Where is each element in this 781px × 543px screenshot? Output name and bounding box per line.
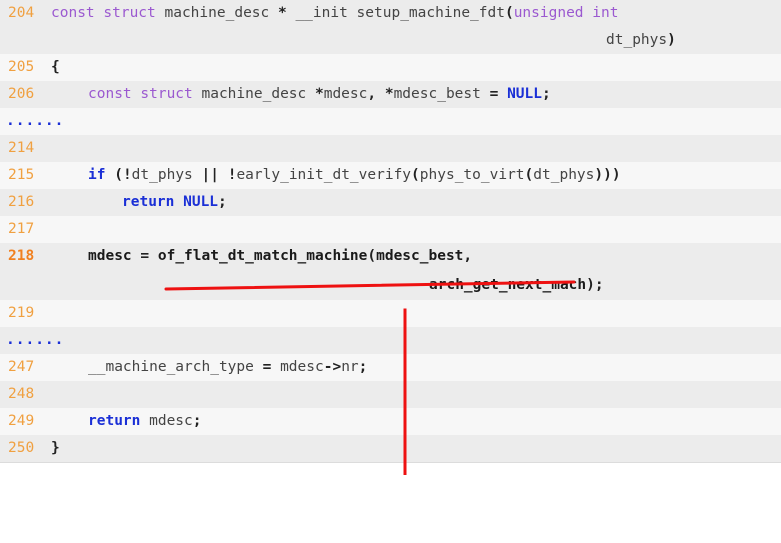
code-ellipsis: ...... bbox=[0, 327, 781, 354]
operator: * bbox=[384, 86, 394, 102]
code-line-216: 216 return NULL; bbox=[0, 189, 781, 216]
paren: ( bbox=[504, 5, 514, 21]
keyword: const struct bbox=[51, 5, 156, 21]
ellipsis: ...... bbox=[6, 113, 65, 129]
identifier: dt_phys bbox=[533, 167, 595, 183]
code-line-250: 250 } bbox=[0, 435, 781, 462]
paren: ) bbox=[667, 32, 676, 48]
keyword: const struct bbox=[88, 86, 193, 102]
operator: , bbox=[367, 86, 385, 102]
code-ellipsis: ...... bbox=[0, 108, 781, 135]
identifier: arch_get_next_mach bbox=[429, 277, 587, 293]
identifier: mdesc bbox=[140, 413, 193, 429]
operator: * bbox=[314, 86, 324, 102]
identifier: dt_phys bbox=[131, 167, 202, 183]
line-number: 217 bbox=[8, 221, 35, 237]
code-line-215: 215 if (!dt_phys || !early_init_dt_verif… bbox=[0, 162, 781, 189]
line-number: 248 bbox=[8, 386, 35, 402]
code-line-249: 249 return mdesc; bbox=[0, 408, 781, 435]
operator: -> bbox=[323, 359, 342, 375]
paren: ( bbox=[105, 167, 123, 183]
identifier: machine_desc bbox=[155, 5, 278, 21]
line-number: 219 bbox=[8, 305, 35, 321]
operator: * bbox=[277, 5, 287, 21]
identifier: __machine_arch_type bbox=[88, 359, 263, 375]
brace: { bbox=[51, 59, 60, 75]
operator: = bbox=[262, 359, 281, 375]
line-number: 216 bbox=[8, 194, 35, 210]
code-line-205: 205 { bbox=[0, 54, 781, 81]
paren: ))) bbox=[594, 167, 621, 183]
identifier: mdesc bbox=[323, 86, 368, 102]
identifier: phys_to_virt bbox=[419, 167, 525, 183]
line-number: 205 bbox=[8, 59, 35, 75]
code-line-218: 218 mdesc = of_flat_dt_match_machine(mde… bbox=[0, 243, 781, 270]
identifier: nr bbox=[341, 359, 359, 375]
code-line-247: 247 __machine_arch_type = mdesc->nr; bbox=[0, 354, 781, 381]
identifier: mdesc_best bbox=[393, 86, 490, 102]
paren: ( bbox=[524, 167, 534, 183]
code-line-204-continuation: dt_phys) bbox=[0, 27, 781, 54]
brace: } bbox=[51, 440, 60, 456]
code-line-248: 248 bbox=[0, 381, 781, 408]
keyword-null: NULL bbox=[174, 194, 219, 210]
operator: = bbox=[489, 86, 508, 102]
keyword: unsigned int bbox=[513, 5, 619, 21]
identifier: early_init_dt_verify bbox=[236, 167, 412, 183]
listing-bottom-border bbox=[0, 462, 781, 463]
operator: ; bbox=[218, 194, 227, 210]
keyword-return: return bbox=[88, 413, 141, 429]
code-line-206: 206 const struct machine_desc *mdesc, *m… bbox=[0, 81, 781, 108]
paren: ( bbox=[367, 248, 377, 264]
identifier: dt_phys bbox=[606, 32, 668, 48]
code-line-204: 204 const struct machine_desc * __init s… bbox=[0, 0, 781, 27]
line-number: 204 bbox=[8, 5, 35, 21]
code-listing: 204 const struct machine_desc * __init s… bbox=[0, 0, 781, 475]
code-line-218-continuation: arch_get_next_mach); bbox=[0, 270, 781, 300]
identifier: mdesc_best, bbox=[376, 248, 473, 264]
line-number: 214 bbox=[8, 140, 35, 156]
code-line-214: 214 bbox=[0, 135, 781, 162]
keyword-if: if bbox=[88, 167, 106, 183]
operator: = bbox=[140, 248, 158, 264]
keyword-null: NULL bbox=[507, 86, 542, 102]
identifier: machine_desc bbox=[192, 86, 315, 102]
line-number: 215 bbox=[8, 167, 35, 183]
operator: ; bbox=[358, 359, 368, 375]
paren: ); bbox=[586, 277, 604, 293]
function-name: of_flat_dt_match_machine bbox=[157, 248, 368, 264]
line-number: 206 bbox=[8, 86, 35, 102]
operator: ; bbox=[542, 86, 551, 102]
line-number: 250 bbox=[8, 440, 35, 456]
operator: ! bbox=[122, 167, 132, 183]
identifier: __init setup_machine_fdt bbox=[286, 5, 505, 21]
line-number-current: 218 bbox=[8, 248, 35, 264]
ellipsis: ...... bbox=[6, 332, 65, 348]
line-number: 247 bbox=[8, 359, 35, 375]
operator: || ! bbox=[201, 167, 237, 183]
operator: ; bbox=[192, 413, 202, 429]
line-number: 249 bbox=[8, 413, 35, 429]
paren: ( bbox=[411, 167, 420, 183]
code-line-219: 219 bbox=[0, 300, 781, 327]
keyword-return: return bbox=[122, 194, 175, 210]
code-line-217: 217 bbox=[0, 216, 781, 243]
identifier: mdesc bbox=[280, 359, 324, 375]
identifier: mdesc bbox=[88, 248, 141, 264]
